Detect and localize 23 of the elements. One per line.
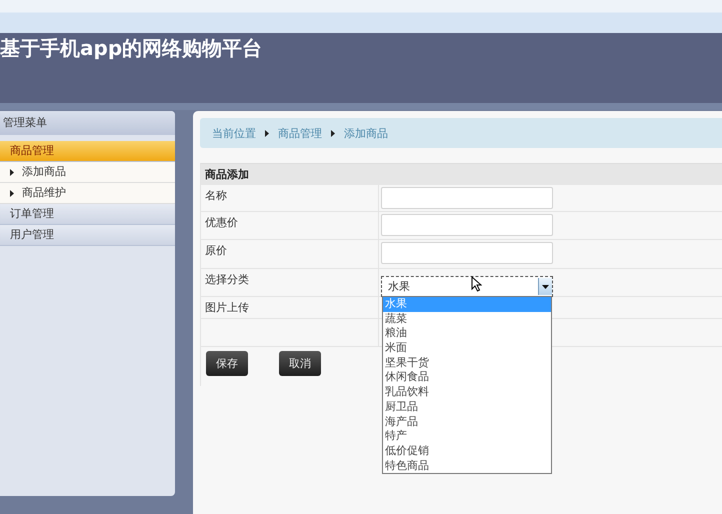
triangle-icon: [10, 168, 14, 176]
menu-group[interactable]: 商品管理: [0, 141, 175, 162]
caret-icon: [542, 284, 549, 288]
input-field[interactable]: [381, 214, 553, 236]
site-title: 基于手机app的网络购物平台: [0, 35, 262, 61]
form-title: 商品添加: [201, 164, 722, 185]
field-label: 选择分类: [201, 269, 379, 297]
category-select[interactable]: 水果: [381, 276, 553, 297]
cursor-icon: [471, 276, 482, 292]
input-field[interactable]: [381, 242, 553, 264]
triangle-icon: [10, 190, 14, 196]
field-label: 图片上传: [201, 297, 379, 318]
form-button[interactable]: 保存: [206, 351, 248, 376]
triangle-icon: [265, 130, 269, 136]
input-field[interactable]: [381, 187, 553, 209]
triangle-icon: [331, 130, 335, 136]
field-label: 原价: [201, 240, 379, 268]
menu-group[interactable]: 用户管理: [0, 225, 175, 246]
form-button[interactable]: 取消: [279, 351, 321, 376]
menu-group[interactable]: 订单管理: [0, 204, 175, 225]
field-label: 名称: [201, 185, 379, 211]
sidebar-title: 管理菜单: [0, 111, 175, 135]
field-label: 优惠价: [201, 212, 379, 239]
